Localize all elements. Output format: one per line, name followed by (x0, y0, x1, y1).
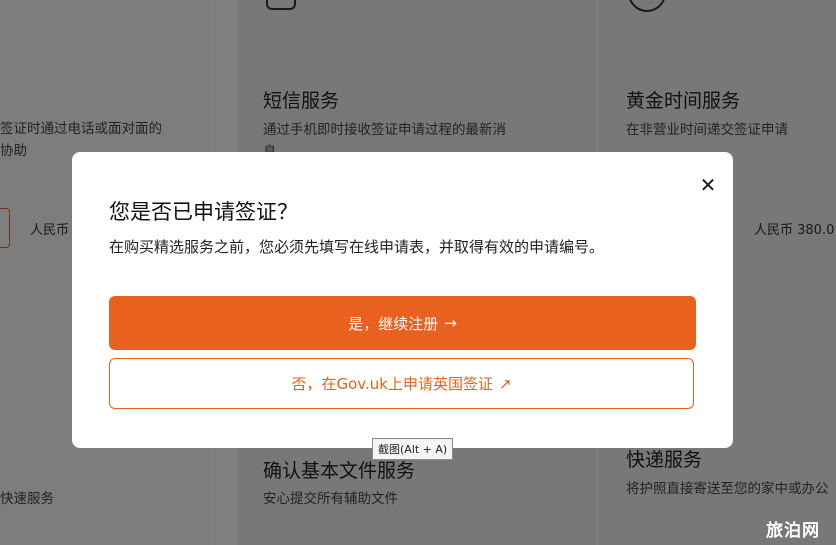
continue-registration-button[interactable]: 是，继续注册 → (109, 296, 696, 350)
screenshot-tooltip: 截图(Alt + A) (372, 438, 454, 460)
apply-on-govuk-label: 否，在Gov.uk上申请英国签证 (291, 375, 493, 393)
continue-registration-label: 是，继续注册 (348, 314, 439, 333)
watermark-logo: 旅泊网 (766, 521, 820, 541)
arrow-right-icon: → (444, 314, 457, 332)
external-link-icon: ↗ (498, 374, 512, 393)
dialog-title: 您是否已申请签证？ (109, 200, 298, 224)
dialog-description: 在购买精选服务之前，您必须先填写在线申请表，并取得有效的申请编号。 (109, 238, 605, 256)
visa-application-dialog: ✕ 您是否已申请签证？ 在购买精选服务之前，您必须先填写在线申请表，并取得有效的… (72, 152, 733, 448)
close-icon[interactable]: ✕ (697, 174, 719, 196)
apply-on-govuk-button[interactable]: 否，在Gov.uk上申请英国签证 ↗ (109, 358, 694, 409)
